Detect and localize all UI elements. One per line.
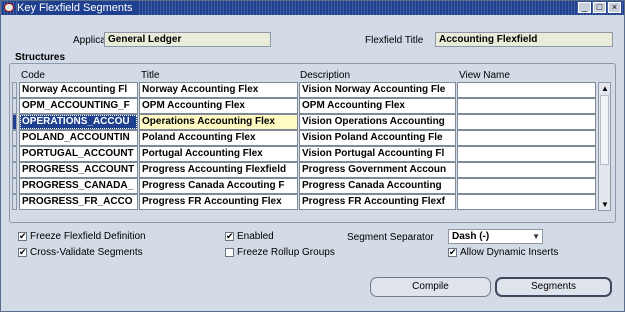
freeze-flexfield-definition-label: Freeze Flexfield Definition xyxy=(30,231,146,242)
enabled-label: Enabled xyxy=(237,231,274,242)
code-cell[interactable]: PROGRESS_CANADA_ xyxy=(19,178,138,194)
view-name-cell[interactable] xyxy=(457,98,596,114)
title-cell[interactable]: Norway Accounting Flex xyxy=(139,82,298,98)
view-name-cell[interactable] xyxy=(457,178,596,194)
row-indicator[interactable] xyxy=(12,130,17,146)
code-cell[interactable]: PORTUGAL_ACCOUNT xyxy=(19,146,138,162)
chevron-down-icon[interactable]: ▼ xyxy=(532,230,540,243)
code-cell[interactable]: Norway Accounting Fl xyxy=(19,82,138,98)
freeze-rollup-groups-label: Freeze Rollup Groups xyxy=(237,247,335,258)
view-name-cell[interactable] xyxy=(457,146,596,162)
code-cell[interactable]: PROGRESS_ACCOUNT xyxy=(19,162,138,178)
column-header-title: Title xyxy=(141,70,160,81)
code-cell[interactable]: POLAND_ACCOUNTIN xyxy=(19,130,138,146)
structures-group-title: Structures xyxy=(13,52,68,63)
title-cell[interactable]: Progress Canada Accouting F xyxy=(139,178,298,194)
title-cell[interactable]: Portugal Accounting Flex xyxy=(139,146,298,162)
description-cell[interactable]: Progress Canada Accounting xyxy=(299,178,456,194)
cross-validate-segments-label: Cross-Validate Segments xyxy=(30,247,143,258)
minimize-icon[interactable]: _ xyxy=(578,2,591,13)
title-cell[interactable]: Poland Accounting Flex xyxy=(139,130,298,146)
title-cell[interactable]: Progress FR Accounting Flex xyxy=(139,194,298,210)
row-indicator[interactable] xyxy=(12,146,17,162)
view-name-cell[interactable] xyxy=(457,130,596,146)
description-cell[interactable]: Vision Poland Accounting Fle xyxy=(299,130,456,146)
allow-dynamic-inserts-checkbox[interactable]: ✔ xyxy=(448,248,457,257)
row-indicator[interactable] xyxy=(12,98,17,114)
view-name-cell[interactable] xyxy=(457,114,596,130)
code-cell-selected[interactable]: OPERATIONS_ACCOU xyxy=(19,114,138,130)
row-indicator[interactable] xyxy=(12,162,17,178)
segments-button[interactable]: Segments xyxy=(495,277,612,297)
segment-separator-label: Segment Separator xyxy=(347,232,434,243)
maximize-icon[interactable]: □ xyxy=(593,2,606,13)
description-cell[interactable]: Progress Government Accoun xyxy=(299,162,456,178)
scrollbar-thumb[interactable] xyxy=(600,95,609,165)
compile-button[interactable]: Compile xyxy=(370,277,491,297)
column-header-code: Code xyxy=(21,70,45,81)
close-icon[interactable]: × xyxy=(608,2,621,13)
view-name-cell[interactable] xyxy=(457,82,596,98)
description-cell[interactable]: Vision Operations Accounting xyxy=(299,114,456,130)
flexfield-title-label: Flexfield Title xyxy=(365,35,424,46)
title-cell[interactable]: OPM Accounting Flex xyxy=(139,98,298,114)
view-name-cell[interactable] xyxy=(457,194,596,210)
row-indicator[interactable] xyxy=(12,82,17,98)
enabled-checkbox[interactable]: ✔ xyxy=(225,232,234,241)
column-header-view-name: View Name xyxy=(459,70,510,81)
freeze-flexfield-definition-checkbox[interactable]: ✔ xyxy=(18,232,27,241)
view-name-cell[interactable] xyxy=(457,162,596,178)
cross-validate-segments-checkbox[interactable]: ✔ xyxy=(18,248,27,257)
row-indicator[interactable] xyxy=(12,178,17,194)
description-cell[interactable]: Progress FR Accounting Flexf xyxy=(299,194,456,210)
description-cell[interactable]: OPM Accounting Flex xyxy=(299,98,456,114)
freeze-rollup-groups-checkbox[interactable] xyxy=(225,248,234,257)
allow-dynamic-inserts-label: Allow Dynamic Inserts xyxy=(460,247,559,258)
application-field[interactable]: General Ledger xyxy=(104,32,271,47)
column-header-description: Description xyxy=(300,70,351,81)
title-bar[interactable]: Key Flexfield Segments _ □ × xyxy=(1,1,624,15)
description-cell[interactable]: Vision Portugal Accounting Fl xyxy=(299,146,456,162)
code-cell[interactable]: OPM_ACCOUNTING_F xyxy=(19,98,138,114)
row-indicator[interactable] xyxy=(12,194,17,210)
window-title: Key Flexfield Segments xyxy=(17,1,137,15)
code-cell[interactable]: PROGRESS_FR_ACCO xyxy=(19,194,138,210)
scroll-up-icon[interactable]: ▲ xyxy=(601,85,609,93)
key-flexfield-segments-window: Key Flexfield Segments _ □ × Application… xyxy=(0,0,625,312)
segment-separator-select[interactable]: Dash (-) ▼ xyxy=(448,229,543,244)
row-indicator-current[interactable] xyxy=(12,114,17,130)
oracle-window-icon xyxy=(4,3,14,12)
description-cell[interactable]: Vision Norway Accounting Fle xyxy=(299,82,456,98)
title-cell[interactable]: Operations Accounting Flex xyxy=(139,114,298,130)
segment-separator-value: Dash (-) xyxy=(452,231,490,242)
structures-scrollbar[interactable]: ▲ ▼ xyxy=(598,82,611,211)
flexfield-title-field[interactable]: Accounting Flexfield xyxy=(435,32,613,47)
scroll-down-icon[interactable]: ▼ xyxy=(601,201,609,209)
title-cell[interactable]: Progress Accounting Flexfield xyxy=(139,162,298,178)
